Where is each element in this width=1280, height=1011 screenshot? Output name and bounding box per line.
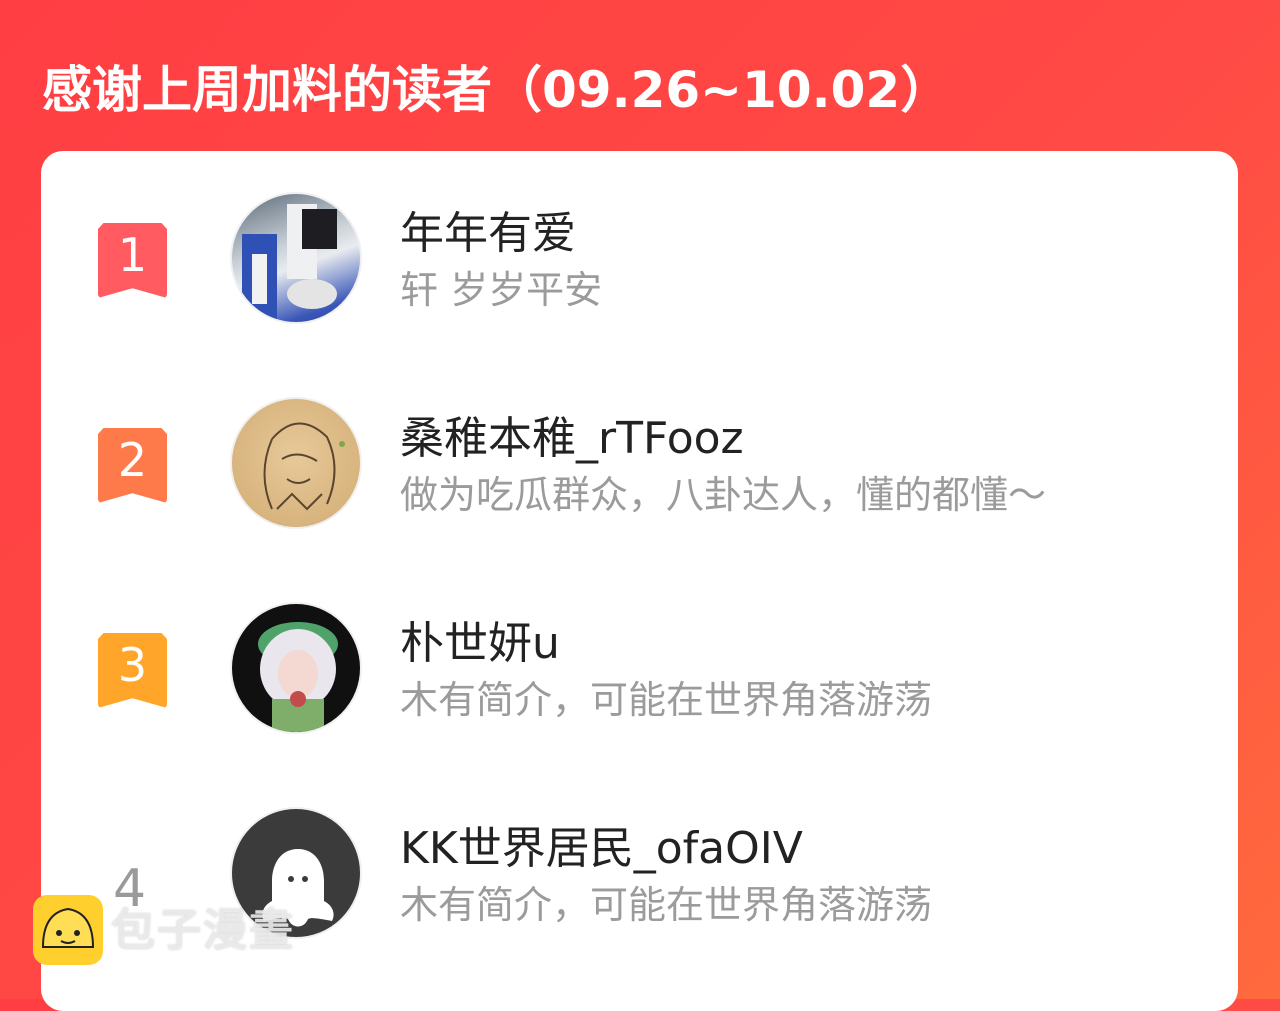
sketch-image <box>263 422 345 511</box>
reader-name[interactable]: 桑稚本稚_rTFooz <box>400 412 744 466</box>
rank-badge-2: 2 <box>98 428 167 503</box>
page-title: 感谢上周加料的读者（09.26~10.02） <box>42 61 951 119</box>
reader-name[interactable]: 年年有爱 <box>400 207 576 261</box>
rank-number: 3 <box>117 638 148 692</box>
reader-desc: 做为吃瓜群众，八卦达人，懂的都懂～ <box>400 473 1047 517</box>
reader-row-2[interactable]: 2 桑稚本稚_rTFooz 做为吃瓜群众，八卦达人，懂的都懂～ <box>41 356 1238 529</box>
rank-badge-1: 1 <box>98 223 167 298</box>
watermark-logo: 包子漫畫 <box>33 895 333 970</box>
rank-badge-3: 3 <box>98 633 167 708</box>
reader-row-3[interactable]: 3 朴世妍u 木有简介，可能在世界角落游荡 <box>41 561 1238 734</box>
reader-name[interactable]: KK世界居民_ofaOIV <box>400 822 803 876</box>
photo-image <box>258 622 338 732</box>
avatar[interactable] <box>230 602 362 734</box>
reader-desc: 轩 岁岁平安 <box>400 268 603 312</box>
reader-list-card: 1 年年有爱 轩 岁岁平安 2 桑稚本稚_rTFooz 做为吃瓜群众，八卦达人，… <box>41 151 1238 1011</box>
bun-icon <box>33 895 103 965</box>
reader-name[interactable]: 朴世妍u <box>400 617 560 671</box>
avatar[interactable] <box>230 192 362 324</box>
photo-image <box>242 204 337 322</box>
reader-desc: 木有简介，可能在世界角落游荡 <box>400 678 933 722</box>
watermark-text: 包子漫畫 <box>111 905 295 956</box>
rank-number: 1 <box>117 228 148 282</box>
reader-row-4[interactable]: KK世界居民_ofaOIV 木有简介，可能在世界角落游荡 <box>41 766 1238 939</box>
avatar[interactable] <box>230 397 362 529</box>
rank-number: 2 <box>117 433 148 487</box>
reader-row-1[interactable]: 1 年年有爱 轩 岁岁平安 <box>41 151 1238 324</box>
reader-desc: 木有简介，可能在世界角落游荡 <box>400 883 933 927</box>
